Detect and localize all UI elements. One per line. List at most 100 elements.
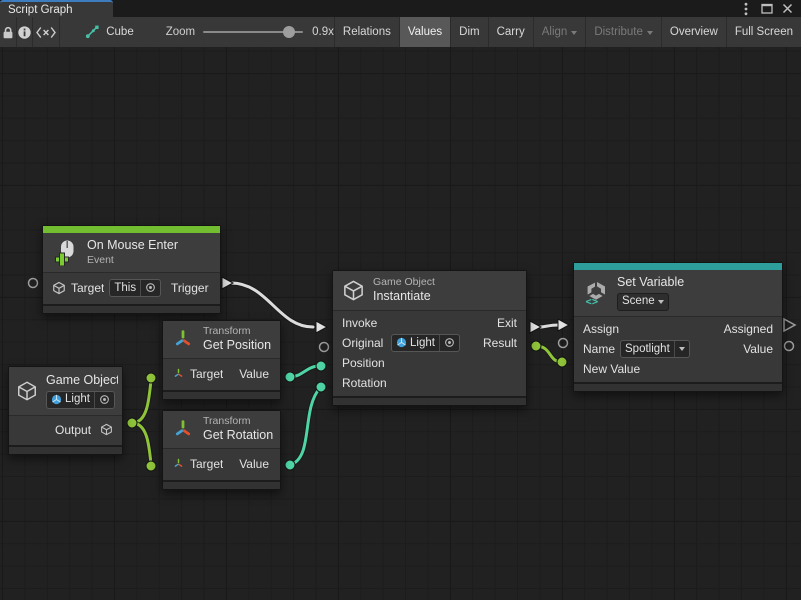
lock-icon xyxy=(0,25,16,40)
breadcrumb[interactable]: Cube xyxy=(60,17,134,47)
object-picker-icon[interactable] xyxy=(140,280,160,296)
assigned-port-label: Assigned xyxy=(721,322,773,336)
maximize-icon[interactable] xyxy=(759,2,774,15)
target-value-chip[interactable]: This xyxy=(109,279,161,297)
dim-button[interactable]: Dim xyxy=(450,17,487,47)
node-set-variable[interactable]: <> Set Variable Scene Assign Assigned Na… xyxy=(573,262,783,392)
node-title: Get Rotation xyxy=(203,428,277,444)
transform-icon xyxy=(171,417,195,441)
target-port-label: Target xyxy=(190,457,223,471)
object-picker-icon[interactable] xyxy=(94,392,114,408)
wire-output-to-get-rotation-target xyxy=(132,423,151,464)
variable-name-dropdown[interactable]: Spotlight xyxy=(620,340,690,358)
object-picker-icon[interactable] xyxy=(439,335,459,351)
game-object-value-chip[interactable]: Light xyxy=(46,391,115,409)
node-get-rotation[interactable]: Transform Get Rotation Target Value xyxy=(162,410,281,490)
target-port-label: Target xyxy=(190,367,223,381)
port-get-position-target[interactable] xyxy=(146,373,156,383)
port-set-variable-name[interactable] xyxy=(559,339,568,348)
node-title: Instantiate xyxy=(373,289,437,305)
code-view-button[interactable] xyxy=(33,17,60,47)
result-port-label: Result xyxy=(483,336,517,350)
fullscreen-button[interactable]: Full Screen xyxy=(726,17,801,47)
port-get-rotation-value[interactable] xyxy=(285,460,295,470)
node-category: Transform xyxy=(203,415,272,428)
mouse-plus-icon xyxy=(52,239,79,266)
transform-icon xyxy=(171,327,195,351)
node-instantiate[interactable]: Game Object Instantiate Invoke Exit Orig… xyxy=(332,270,527,406)
align-button[interactable]: Align xyxy=(533,17,586,47)
exit-port-label: Exit xyxy=(497,316,517,330)
transform-icon xyxy=(172,367,185,380)
port-on-mouse-enter-target[interactable] xyxy=(29,279,38,288)
game-object-cube-icon xyxy=(100,423,113,436)
node-footer xyxy=(163,392,280,399)
unity-script-graph-window: Script Graph xyxy=(0,0,801,600)
relations-button[interactable]: Relations xyxy=(334,17,399,47)
zoom-slider-track[interactable] xyxy=(203,25,303,39)
graph-toolbar: Cube Zoom 0.9x Relations Values Dim Carr… xyxy=(0,17,801,48)
chevron-down-icon[interactable] xyxy=(674,341,689,357)
port-instantiate-result[interactable] xyxy=(531,341,541,351)
node-footer xyxy=(43,306,220,313)
zoom-control: Zoom 0.9x xyxy=(166,17,334,47)
tab-title: Script Graph xyxy=(8,4,73,16)
variable-scope-dropdown[interactable]: Scene xyxy=(617,293,669,311)
node-category: Transform xyxy=(203,325,272,338)
port-set-variable-assigned[interactable] xyxy=(784,319,795,331)
chevron-down-icon xyxy=(571,31,577,35)
node-category: Game Object xyxy=(373,276,437,289)
graph-icon xyxy=(84,24,100,40)
unity-variables-icon: <> xyxy=(583,280,609,306)
zoom-slider-handle[interactable] xyxy=(283,26,295,38)
position-port-label: Position xyxy=(342,356,389,370)
new-value-port-label: New Value xyxy=(583,362,640,376)
port-instantiate-exit[interactable] xyxy=(530,321,541,333)
rotation-port-label: Rotation xyxy=(342,376,389,390)
port-set-variable-assign[interactable] xyxy=(558,319,569,331)
svg-text:<>: <> xyxy=(586,296,599,306)
game-object-cube-icon xyxy=(342,279,365,302)
tab-script-graph[interactable]: Script Graph xyxy=(0,0,113,17)
wire-exit-to-assign xyxy=(541,325,558,327)
distribute-button[interactable]: Distribute xyxy=(585,17,661,47)
value-port-label: Value xyxy=(239,457,271,471)
game-object-blue-icon xyxy=(396,337,407,348)
overview-button[interactable]: Overview xyxy=(661,17,726,47)
port-get-position-value[interactable] xyxy=(285,372,295,382)
tab-bar: Script Graph xyxy=(0,0,801,17)
value-port-label: Value xyxy=(239,367,271,381)
port-on-mouse-enter-trigger[interactable] xyxy=(222,277,233,289)
trigger-port-label: Trigger xyxy=(171,281,211,295)
node-get-position[interactable]: Transform Get Position Target Value xyxy=(162,320,281,400)
node-footer xyxy=(163,482,280,489)
invoke-port-label: Invoke xyxy=(342,316,384,330)
original-value-chip[interactable]: Light xyxy=(391,334,460,352)
port-instantiate-position[interactable] xyxy=(316,361,326,371)
inspect-button[interactable] xyxy=(17,17,33,47)
port-instantiate-invoke[interactable] xyxy=(316,321,327,333)
zoom-label: Zoom xyxy=(166,26,195,38)
graph-canvas[interactable]: On Mouse Enter Event Target This xyxy=(0,47,801,600)
variable-accent-bar xyxy=(574,263,782,270)
close-icon[interactable] xyxy=(780,2,795,15)
game-object-cube-icon xyxy=(16,380,38,402)
node-on-mouse-enter[interactable]: On Mouse Enter Event Target This xyxy=(42,225,221,314)
node-game-object[interactable]: Game Object Light xyxy=(8,366,123,455)
kebab-menu-icon[interactable] xyxy=(738,2,753,15)
port-set-variable-new-value[interactable] xyxy=(557,357,567,367)
carry-button[interactable]: Carry xyxy=(488,17,533,47)
port-set-variable-value[interactable] xyxy=(785,342,794,351)
values-button[interactable]: Values xyxy=(399,17,450,47)
name-port-label: Name xyxy=(583,342,615,356)
port-get-rotation-target[interactable] xyxy=(146,461,156,471)
event-accent-bar xyxy=(43,226,220,233)
code-brackets-icon xyxy=(35,26,57,39)
assign-port-label: Assign xyxy=(583,322,621,336)
port-instantiate-original[interactable] xyxy=(320,343,329,352)
port-game-object-output[interactable] xyxy=(127,418,137,428)
port-instantiate-rotation[interactable] xyxy=(316,382,326,392)
node-footer xyxy=(574,384,782,391)
wire-get-rotation-value-to-rotation xyxy=(290,388,320,465)
lock-button[interactable] xyxy=(0,17,17,47)
